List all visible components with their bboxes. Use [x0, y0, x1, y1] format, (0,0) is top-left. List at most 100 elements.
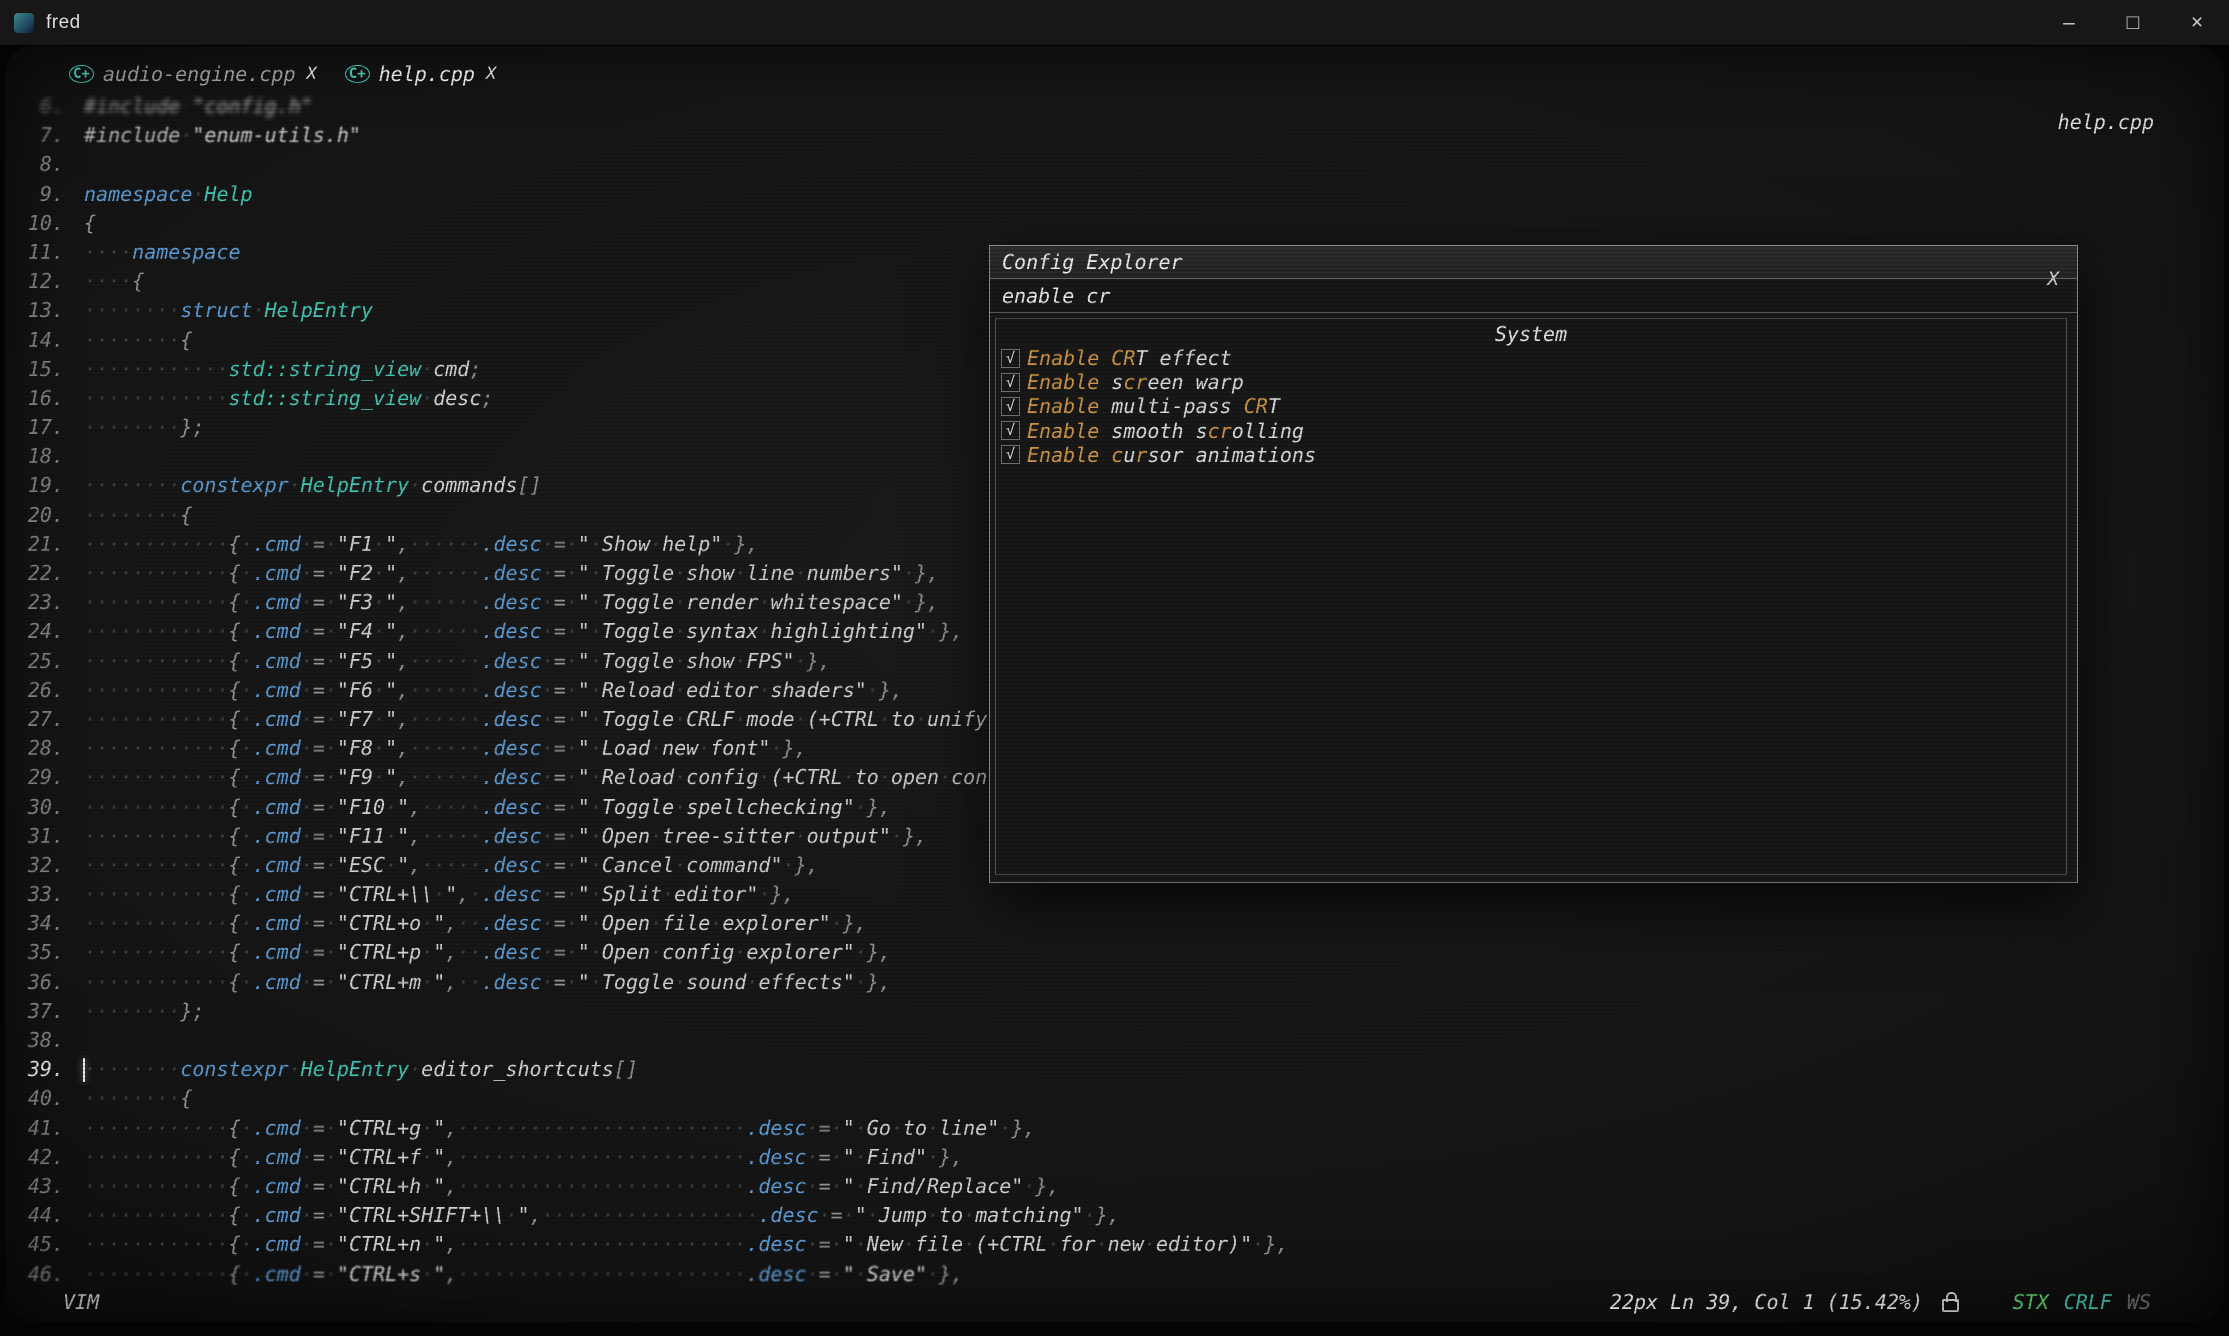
code-token: ·	[409, 473, 421, 497]
code-line[interactable]: 7.#include·"enum-utils.h"	[5, 121, 2224, 150]
line-number: 29.	[5, 763, 75, 792]
code-text: ····{	[75, 267, 144, 296]
code-token: ··	[457, 911, 481, 935]
code-token: font"	[710, 736, 770, 760]
code-token: ··	[457, 970, 481, 994]
code-token: ············	[84, 882, 229, 906]
code-line[interactable]: 36.············{·.cmd·=·"CTRL+m·",··.des…	[5, 968, 2224, 997]
code-token: },	[1011, 1116, 1035, 1140]
tab-close-icon[interactable]: X	[486, 64, 496, 84]
close-icon[interactable]: X	[2048, 268, 2059, 290]
option-label-part: T effect	[1135, 346, 1231, 370]
code-token: (+CTRL	[807, 707, 879, 731]
code-line[interactable]: 9.namespace·Help	[5, 180, 2224, 209]
code-token: {	[229, 736, 241, 760]
tab-audio-engine.cpp[interactable]: C+audio-engine.cppX	[69, 62, 317, 86]
code-line[interactable]: 39.········constexpr·HelpEntry·editor_sh…	[5, 1055, 2224, 1084]
config-option[interactable]: √Enable cursor animations	[996, 443, 2066, 467]
code-line[interactable]: 6.#include·"config.h"	[5, 92, 2224, 121]
code-token: sound	[686, 970, 746, 994]
code-token: config	[686, 765, 758, 789]
checkbox-checked-icon[interactable]: √	[1001, 349, 1020, 368]
editor-screen: C+audio-engine.cppXC+help.cppX help.cpp …	[5, 46, 2224, 1322]
config-option[interactable]: √Enable screen warp	[996, 370, 2066, 394]
code-token: "F1	[337, 532, 373, 556]
code-token: ············	[84, 1203, 229, 1227]
config-option[interactable]: √Enable multi-pass CRT	[996, 394, 2066, 418]
code-token: ·	[855, 1232, 867, 1256]
code-token: ·	[927, 1145, 939, 1169]
code-token: ·	[1252, 1232, 1264, 1256]
code-token: "	[433, 1232, 445, 1256]
checkbox-checked-icon[interactable]: √	[1001, 397, 1020, 416]
code-token: ·	[421, 386, 433, 410]
code-token: "CTRL+p	[337, 940, 421, 964]
code-token: ,	[445, 940, 457, 964]
code-token: .cmd	[253, 795, 301, 819]
option-label-part: CR	[1111, 346, 1135, 370]
status-bar: VIM 22px Ln 39, Col 1 (15.42%) STXCRLFWS	[5, 1288, 2224, 1318]
code-token: ············	[84, 532, 229, 556]
code-token: ·	[241, 619, 253, 643]
code-token: ·	[843, 765, 855, 789]
config-option[interactable]: √Enable CRT effect	[996, 346, 2066, 370]
config-option[interactable]: √Enable smooth scrolling	[996, 419, 2066, 443]
code-line[interactable]: 37.········};	[5, 997, 2224, 1026]
code-token: ,	[445, 1262, 457, 1286]
code-line[interactable]: 35.············{·.cmd·=·"CTRL+p·",··.des…	[5, 938, 2224, 967]
code-token: ·	[566, 561, 578, 585]
close-button[interactable]: ×	[2165, 0, 2229, 45]
minimize-button[interactable]: –	[2037, 0, 2101, 45]
code-line[interactable]: 10.{	[5, 209, 2224, 238]
code-token: Help	[204, 182, 252, 206]
code-line[interactable]: 33.············{·.cmd·=·"CTRL+\\·",·.des…	[5, 880, 2224, 909]
code-line[interactable]: 40.········{	[5, 1084, 2224, 1113]
maximize-button[interactable]: □	[2101, 0, 2165, 45]
cpp-file-icon: C+	[345, 65, 370, 83]
code-token: ·	[180, 94, 192, 118]
code-token: ·	[927, 619, 939, 643]
code-token: ·	[855, 795, 867, 819]
code-line[interactable]: 8.	[5, 150, 2224, 179]
code-text: ············{·.cmd·=·"CTRL+n·",·········…	[75, 1230, 1288, 1259]
code-token: ·	[590, 911, 602, 935]
code-token: ·	[674, 590, 686, 614]
checkbox-checked-icon[interactable]: √	[1001, 373, 1020, 392]
code-line[interactable]: 46.············{·.cmd·=·"CTRL+s·",······…	[5, 1260, 2224, 1289]
code-line[interactable]: 44.············{·.cmd·=·"CTRL+SHIFT+\\·"…	[5, 1201, 2224, 1230]
tab-close-icon[interactable]: X	[307, 64, 317, 84]
code-token: ·	[241, 765, 253, 789]
code-token: ·	[373, 590, 385, 614]
code-line[interactable]: 41.············{·.cmd·=·"CTRL+g·",······…	[5, 1114, 2224, 1143]
checkbox-checked-icon[interactable]: √	[1001, 421, 1020, 440]
code-line[interactable]: 45.············{·.cmd·=·"CTRL+n·",······…	[5, 1230, 2224, 1259]
code-token: =	[313, 619, 325, 643]
config-search-input[interactable]	[1002, 284, 2065, 308]
code-token: ·	[301, 1174, 313, 1198]
code-token: ············	[84, 619, 229, 643]
code-token: #include	[84, 123, 180, 147]
checkbox-checked-icon[interactable]: √	[1001, 445, 1020, 464]
code-token: =	[313, 1262, 325, 1286]
code-token: {	[229, 853, 241, 877]
code-line[interactable]: 42.············{·.cmd·=·"CTRL+f·",······…	[5, 1143, 2224, 1172]
tab-help.cpp[interactable]: C+help.cppX	[345, 62, 496, 86]
code-line[interactable]: 38.	[5, 1026, 2224, 1055]
code-line[interactable]: 34.············{·.cmd·=·"CTRL+o·",··.des…	[5, 909, 2224, 938]
code-line[interactable]: 43.············{·.cmd·=·"CTRL+h·",······…	[5, 1172, 2224, 1201]
code-token: open	[891, 765, 939, 789]
code-token: ········	[84, 503, 180, 527]
code-token: "ESC	[337, 853, 385, 877]
code-text: ············{·.cmd·=·"CTRL+f·",·········…	[75, 1143, 963, 1172]
lock-icon	[1942, 1299, 1959, 1312]
code-token: },	[903, 824, 927, 848]
code-token: ·	[650, 911, 662, 935]
code-token: line	[746, 561, 794, 585]
code-token: ············	[84, 707, 229, 731]
code-token: ·	[855, 1174, 867, 1198]
code-token: =	[313, 1145, 325, 1169]
code-token: .desc	[481, 532, 541, 556]
option-label-part: s	[1099, 370, 1123, 394]
code-token: ············	[84, 940, 229, 964]
code-token: shaders"	[770, 678, 866, 702]
